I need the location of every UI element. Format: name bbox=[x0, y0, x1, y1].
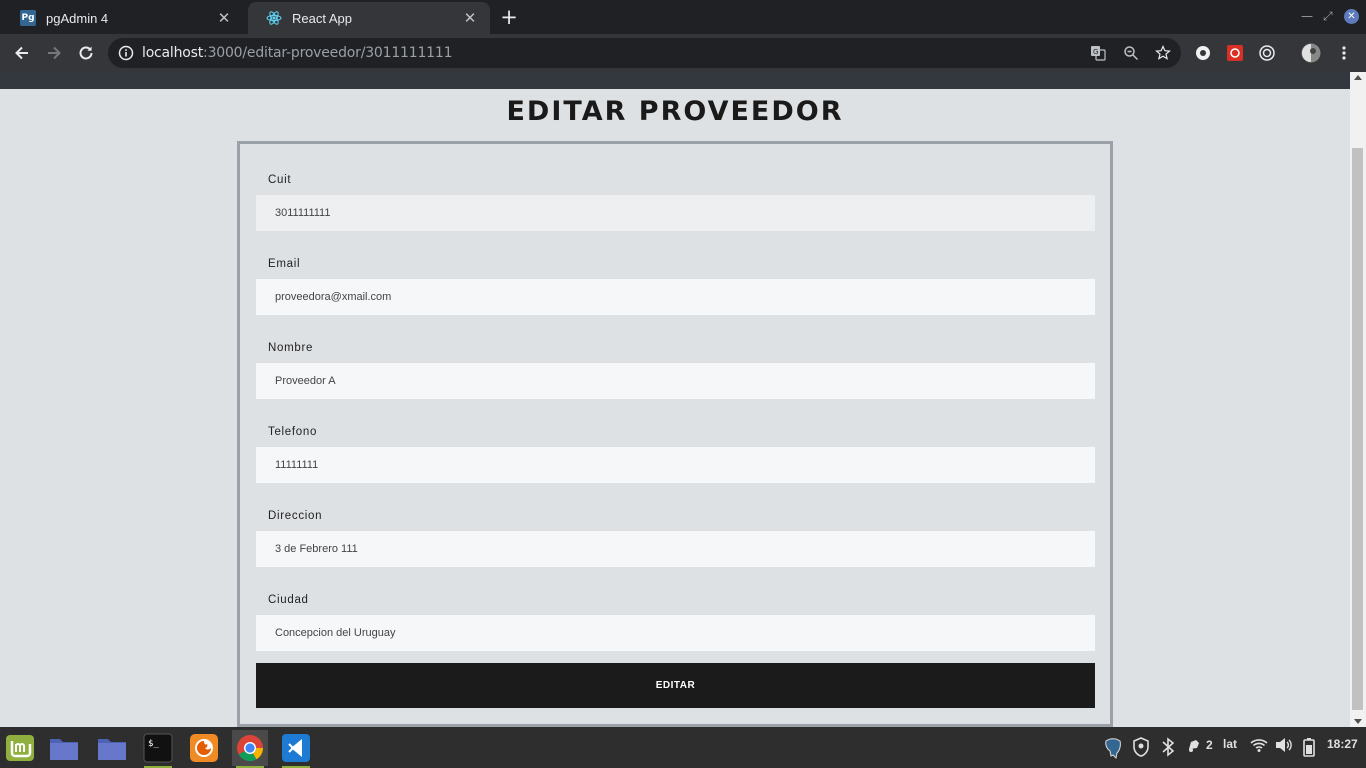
bluetooth-icon[interactable] bbox=[1161, 737, 1175, 757]
chrome-icon bbox=[237, 735, 264, 762]
direccion-field[interactable] bbox=[256, 531, 1095, 567]
browser-tab-strip: Pg pgAdmin 4 ✕ React App ✕ + — ⤢ ✕ bbox=[0, 0, 1366, 34]
reload-button[interactable] bbox=[74, 41, 98, 65]
email-label: Email bbox=[268, 258, 301, 270]
page-navbar bbox=[0, 72, 1350, 89]
browser-toolbar: localhost:3000/editar-proveedor/30111111… bbox=[0, 34, 1366, 72]
tab-title: React App bbox=[292, 10, 352, 26]
extension-icon[interactable] bbox=[1193, 43, 1213, 63]
email-field[interactable] bbox=[256, 279, 1095, 315]
files-app[interactable] bbox=[46, 730, 82, 766]
extension-icon[interactable] bbox=[1257, 43, 1277, 63]
address-bar[interactable]: localhost:3000/editar-proveedor/30111111… bbox=[108, 38, 1181, 68]
zoom-icon[interactable] bbox=[1123, 45, 1139, 61]
forward-button[interactable] bbox=[42, 41, 66, 65]
svg-text:$_: $_ bbox=[148, 739, 159, 749]
extension-icon[interactable] bbox=[1225, 43, 1245, 63]
postgres-tray-icon[interactable] bbox=[1102, 737, 1124, 759]
system-taskbar: $_ 2 lat 18:27 bbox=[0, 727, 1366, 768]
notifications-indicator[interactable]: 2 bbox=[1186, 737, 1213, 753]
pgadmin-favicon-icon: Pg bbox=[20, 10, 36, 26]
tab-pgadmin[interactable]: Pg pgAdmin 4 ✕ bbox=[2, 2, 244, 34]
tab-title: pgAdmin 4 bbox=[46, 10, 109, 26]
battery-icon[interactable] bbox=[1302, 737, 1316, 757]
volume-icon[interactable] bbox=[1275, 737, 1293, 753]
ciudad-field[interactable] bbox=[256, 615, 1095, 651]
nombre-label: Nombre bbox=[268, 342, 314, 354]
editar-button[interactable]: EDITAR bbox=[256, 663, 1095, 708]
cuit-label: Cuit bbox=[268, 174, 292, 186]
terminal-app[interactable]: $_ bbox=[140, 730, 176, 768]
vscode-icon bbox=[282, 734, 310, 762]
react-favicon-icon bbox=[266, 10, 282, 26]
new-tab-button[interactable]: + bbox=[498, 7, 520, 28]
bell-icon bbox=[1189, 740, 1199, 752]
folder-icon bbox=[98, 739, 126, 760]
vscode-app[interactable] bbox=[278, 730, 314, 768]
folder-icon bbox=[50, 739, 78, 760]
back-button[interactable] bbox=[10, 41, 34, 65]
svg-text:G: G bbox=[1093, 48, 1098, 56]
close-window-icon[interactable]: ✕ bbox=[1344, 9, 1359, 24]
close-tab-icon[interactable]: ✕ bbox=[216, 10, 232, 26]
direccion-label: Direccion bbox=[268, 510, 323, 522]
profile-avatar[interactable] bbox=[1301, 43, 1321, 63]
scroll-down-arrow-icon[interactable] bbox=[1354, 719, 1362, 724]
chrome-menu-icon[interactable] bbox=[1334, 43, 1354, 63]
bookmark-star-icon[interactable] bbox=[1155, 45, 1171, 61]
files-app-2[interactable] bbox=[94, 730, 130, 766]
cuit-field[interactable] bbox=[256, 195, 1095, 231]
page-viewport: EDITAR PROVEEDOR Cuit Email Nombre Telef… bbox=[0, 72, 1366, 727]
scroll-thumb[interactable] bbox=[1352, 148, 1363, 710]
minimize-window-icon[interactable]: — bbox=[1301, 9, 1313, 23]
url-path: :3000/editar-proveedor/3011111111 bbox=[203, 45, 453, 61]
terminal-icon: $_ bbox=[143, 733, 173, 763]
tab-react-app[interactable]: React App ✕ bbox=[248, 2, 490, 34]
firefox-app[interactable] bbox=[186, 730, 222, 766]
edit-supplier-form: Cuit Email Nombre Telefono Direccion Ciu… bbox=[237, 141, 1113, 727]
url-host: localhost bbox=[142, 45, 204, 61]
nombre-field[interactable] bbox=[256, 363, 1095, 399]
linux-mint-icon bbox=[6, 735, 34, 761]
wifi-icon[interactable] bbox=[1250, 737, 1268, 753]
telefono-field[interactable] bbox=[256, 447, 1095, 483]
notification-count: 2 bbox=[1206, 738, 1213, 752]
translate-icon[interactable]: G bbox=[1090, 45, 1106, 61]
scroll-up-arrow-icon[interactable] bbox=[1354, 75, 1362, 80]
mint-menu-button[interactable] bbox=[2, 730, 38, 766]
ciudad-label: Ciudad bbox=[268, 594, 309, 606]
page-title: EDITAR PROVEEDOR bbox=[506, 96, 844, 127]
shield-icon[interactable] bbox=[1132, 737, 1150, 757]
close-tab-icon[interactable]: ✕ bbox=[462, 10, 478, 26]
page-scrollbar[interactable] bbox=[1350, 72, 1366, 727]
firefox-icon bbox=[190, 734, 218, 762]
clock[interactable]: 18:27 bbox=[1327, 737, 1358, 751]
maximize-window-icon[interactable]: ⤢ bbox=[1323, 9, 1333, 24]
keyboard-layout[interactable]: lat bbox=[1223, 737, 1237, 751]
chrome-app[interactable] bbox=[232, 730, 268, 768]
site-info-icon[interactable] bbox=[118, 45, 134, 61]
telefono-label: Telefono bbox=[268, 426, 318, 438]
url-text[interactable]: localhost:3000/editar-proveedor/30111111… bbox=[142, 45, 452, 61]
